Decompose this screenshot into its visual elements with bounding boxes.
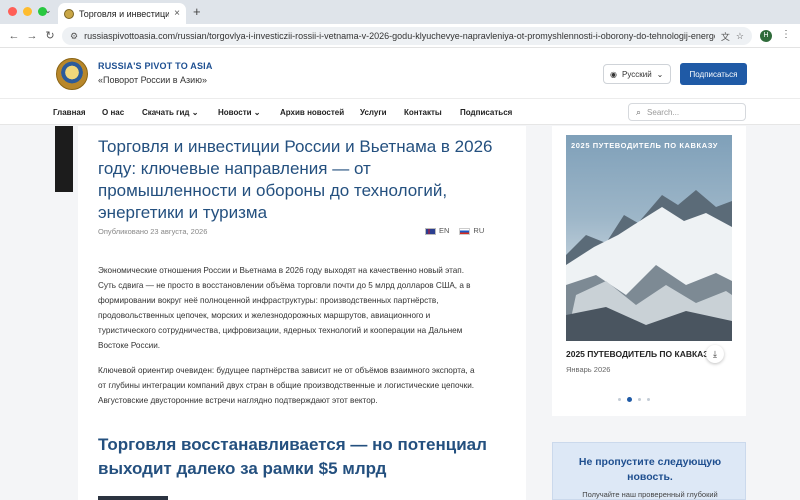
language-value: Русский [621, 69, 652, 79]
carousel-dot[interactable] [627, 397, 632, 402]
article-title: Торговля и инвестиции России и Вьетнама … [98, 137, 493, 222]
nav-item-download-guide-label: Скачать гид [142, 108, 190, 117]
tab-search-icon[interactable]: ⌄ [41, 4, 55, 18]
article-language-switch: EN RU [425, 226, 484, 235]
newsletter-box: Не пропустите следующую новость. Получай… [552, 442, 746, 500]
publish-date: Опубликовано 23 августа, 2026 [98, 227, 208, 236]
lang-en-link[interactable]: EN [425, 226, 449, 235]
site-favicon-icon [64, 8, 74, 19]
caucasus-mountain-image[interactable]: 2025 ПУТЕВОДИТЕЛЬ ПО КАВКАЗУ [566, 135, 732, 341]
browser-menu-icon[interactable]: ⋮ [781, 29, 791, 40]
globe-icon: ◉ [610, 69, 617, 79]
article-image [98, 496, 168, 500]
carousel-dot[interactable] [618, 398, 621, 401]
profile-avatar[interactable]: H [760, 30, 772, 42]
newsletter-text: Получайте наш проверенный глубокий [582, 490, 718, 499]
russia-flag-icon [459, 227, 471, 235]
new-tab-button[interactable]: + [193, 4, 201, 19]
lang-en-label: EN [439, 226, 450, 235]
reload-icon[interactable]: ↻ [42, 28, 58, 44]
close-window-button[interactable] [8, 7, 17, 16]
search-input[interactable]: ⌕ Search... [628, 103, 746, 121]
lang-ru-label: RU [473, 226, 485, 235]
hero-image-edge-left [55, 126, 73, 192]
mountain-illustration [566, 190, 732, 341]
browser-tab-bar: ⌄ Торговля и инвестиции Росс × + [0, 0, 800, 24]
url-text[interactable]: russiaspivottoasia.com/russian/torgovlya… [84, 31, 715, 41]
address-bar[interactable]: ⚙ russiaspivottoasia.com/russian/torgovl… [62, 27, 752, 45]
nav-item-about[interactable]: О нас [102, 108, 124, 117]
minimize-window-button[interactable] [23, 7, 32, 16]
nav-item-download-guide[interactable]: Скачать гид ⌄ [142, 108, 198, 117]
nav-item-contacts[interactable]: Контакты [404, 108, 442, 117]
back-arrow-icon[interactable]: ← [6, 28, 22, 44]
site-header: RUSSIA'S PIVOT TO ASIA «Поворот России в… [0, 48, 800, 98]
subscribe-button[interactable]: Подписаться [680, 63, 747, 85]
translate-icon[interactable]: 文 [721, 30, 730, 43]
search-icon: ⌕ [636, 106, 642, 117]
nav-item-subscribe[interactable]: Подписаться [460, 108, 512, 117]
newsletter-title: Не пропустите следующую новость. [578, 456, 722, 483]
lang-ru-link[interactable]: RU [459, 226, 484, 235]
guide-card-title[interactable]: 2025 ПУТЕВОДИТЕЛЬ ПО КАВКАЗУ [566, 349, 708, 359]
brand-title[interactable]: RUSSIA'S PIVOT TO ASIA [98, 61, 213, 71]
bookmark-star-icon[interactable]: ☆ [736, 31, 744, 42]
article-body: Торговля и инвестиции России и Вьетнама … [78, 126, 526, 500]
article-paragraph: Экономические отношения России и Вьетнам… [98, 266, 471, 350]
browser-toolbar: ← → ↻ ⚙ russiaspivottoasia.com/russian/t… [0, 24, 800, 48]
download-icon[interactable]: ⤓ [706, 345, 724, 363]
nav-item-news[interactable]: Новости ⌄ [218, 108, 260, 117]
brand-subtitle: «Поворот России в Азию» [98, 75, 207, 85]
forward-arrow-icon[interactable]: → [24, 28, 40, 44]
language-select[interactable]: ◉ Русский ⌄ [603, 64, 671, 84]
main-nav: Главная О нас Скачать гид ⌄ Новости ⌄ Ар… [0, 98, 800, 125]
site-info-icon[interactable]: ⚙ [70, 31, 78, 42]
carousel-dot[interactable] [647, 398, 650, 401]
chevron-down-icon: ⌄ [656, 69, 664, 79]
nav-item-services[interactable]: Услуги [360, 108, 387, 117]
carousel-dots [618, 397, 650, 402]
chevron-down-icon: ⌄ [253, 108, 261, 117]
nav-item-news-label: Новости [218, 108, 252, 117]
browser-tab[interactable]: Торговля и инвестиции Росс × [58, 3, 186, 24]
article-paragraph: Ключевой ориентир очевиден: будущее парт… [98, 366, 475, 405]
carousel-dot[interactable] [638, 398, 641, 401]
guide-card-date: Январь 2026 [566, 365, 611, 374]
guide-image-caption: 2025 ПУТЕВОДИТЕЛЬ ПО КАВКАЗУ [571, 141, 719, 150]
uk-flag-icon [425, 227, 436, 235]
tab-close-icon[interactable]: × [174, 8, 180, 19]
nav-item-news-archive[interactable]: Архив новостей [280, 108, 344, 117]
chevron-down-icon: ⌄ [191, 108, 199, 117]
tab-title: Торговля и инвестиции Росс [79, 8, 170, 19]
site-logo[interactable] [56, 58, 88, 90]
article-subheading: Торговля восстанавливается — но потенциа… [98, 435, 487, 478]
search-placeholder: Search... [647, 107, 680, 117]
nav-item-home[interactable]: Главная [53, 108, 86, 117]
guide-carousel-card[interactable]: 2025 ПУТЕВОДИТЕЛЬ ПО КАВКАЗУ 2025 ПУТЕВО… [552, 126, 746, 416]
